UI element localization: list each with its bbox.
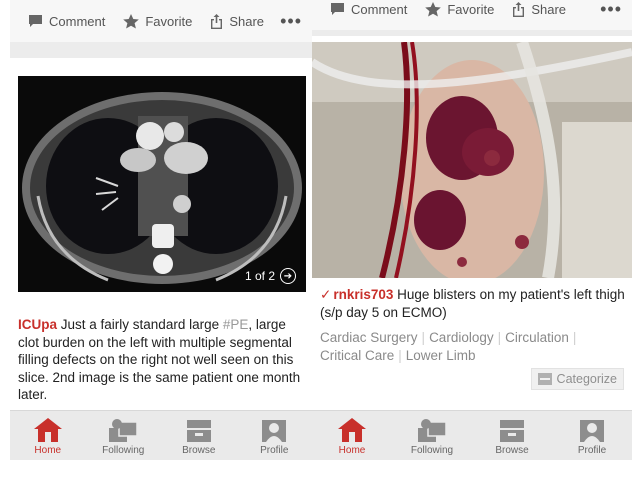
star-icon [425, 1, 442, 16]
profile-icon [580, 420, 604, 442]
comment-button[interactable]: Comment [28, 14, 105, 29]
tab-browse[interactable]: Browse [161, 411, 237, 460]
favorite-button[interactable]: Favorite [425, 1, 495, 17]
tag-link[interactable]: Cardiology [429, 330, 494, 345]
comment-label: Comment [351, 1, 408, 17]
caption-text-1: Just a fairly standard large [57, 317, 223, 332]
tab-home-label: Home [338, 445, 366, 456]
tab-following-label: Following [102, 445, 145, 456]
ct-scan-image[interactable]: 1 of 2 ➔ [18, 76, 306, 292]
tab-browse-label: Browse [182, 445, 216, 456]
comment-label: Comment [49, 13, 106, 29]
image-pager[interactable]: 1 of 2 ➔ [245, 268, 296, 284]
more-options-button[interactable]: ••• [280, 12, 302, 30]
comment-button[interactable]: Comment [330, 2, 407, 17]
post-caption: ✓ rnkris703 Huge blisters on my patient's… [320, 286, 626, 321]
share-label: Share [531, 1, 567, 17]
verified-check-icon: ✓ [320, 287, 332, 302]
tab-following[interactable]: Following [392, 411, 472, 460]
blister-photo-graphic [312, 42, 632, 278]
tag-link[interactable]: Cardiac Surgery [320, 330, 418, 345]
tab-profile-label: Profile [260, 445, 289, 456]
browse-icon [500, 420, 524, 442]
home-icon [338, 418, 366, 442]
share-icon [513, 1, 525, 17]
share-button[interactable]: Share [210, 13, 265, 29]
bottom-tab-bar: Home Following Browse Profile [312, 410, 632, 460]
share-button[interactable]: Share [512, 1, 567, 17]
comment-icon [29, 15, 42, 27]
post-username[interactable]: rnkris703 [333, 287, 393, 302]
post-caption: ICUpa Just a fairly standard large #PE, … [18, 316, 310, 404]
tab-home[interactable]: Home [312, 411, 392, 460]
tab-following-label: Following [410, 445, 454, 456]
tab-browse[interactable]: Browse [472, 411, 552, 460]
bottom-tab-bar: Home Following Browse Profile [10, 410, 312, 460]
categorize-icon [537, 373, 552, 385]
favorite-button[interactable]: Favorite [123, 13, 193, 29]
hashtag-link[interactable]: #PE [223, 317, 249, 332]
tab-profile[interactable]: Profile [237, 411, 313, 460]
home-icon [33, 418, 62, 442]
blister-photo[interactable] [312, 42, 632, 278]
tab-profile[interactable]: Profile [552, 411, 632, 460]
following-icon [418, 419, 447, 442]
next-arrow-icon: ➔ [280, 268, 296, 284]
tag-link[interactable]: Critical Care [320, 348, 394, 363]
post-action-bar: Comment Favorite Share ••• [312, 0, 632, 30]
tab-following[interactable]: Following [86, 411, 162, 460]
following-icon [109, 419, 138, 442]
tag-link[interactable]: Lower Limb [406, 348, 476, 363]
tab-home-label: Home [34, 445, 62, 456]
comment-icon [331, 3, 344, 15]
categorize-label: Categorize [556, 372, 617, 386]
browse-icon [186, 420, 211, 442]
right-screen: Comment Favorite Share ••• ✓ rnkris703 H… [312, 0, 632, 460]
tab-profile-label: Profile [577, 445, 607, 456]
favorite-label: Favorite [447, 1, 495, 17]
tag-link[interactable]: Circulation [505, 330, 569, 345]
post-action-bar: Comment Favorite Share ••• [10, 0, 312, 42]
more-options-button[interactable]: ••• [600, 0, 622, 18]
post-card: ✓ rnkris703 Huge blisters on my patient's… [312, 36, 632, 412]
categorize-button[interactable]: Categorize [530, 368, 624, 390]
tab-home[interactable]: Home [10, 411, 86, 460]
pager-text: 1 of 2 [244, 269, 275, 283]
category-tags: Cardiac Surgery | Cardiology | Circulation | C… [320, 330, 577, 363]
star-icon [123, 13, 140, 28]
share-icon [211, 13, 223, 29]
tab-browse-label: Browse [495, 445, 529, 456]
left-screen: Comment Favorite Share ••• 1 of 2 ➔ ICUp… [10, 0, 312, 460]
favorite-label: Favorite [145, 13, 193, 29]
ct-scan-graphic [18, 76, 306, 292]
share-label: Share [229, 13, 265, 29]
profile-icon [262, 420, 287, 442]
post-username[interactable]: ICUpa [18, 317, 57, 332]
post-card: 1 of 2 ➔ ICUpa Just a fairly standard la… [10, 58, 312, 412]
